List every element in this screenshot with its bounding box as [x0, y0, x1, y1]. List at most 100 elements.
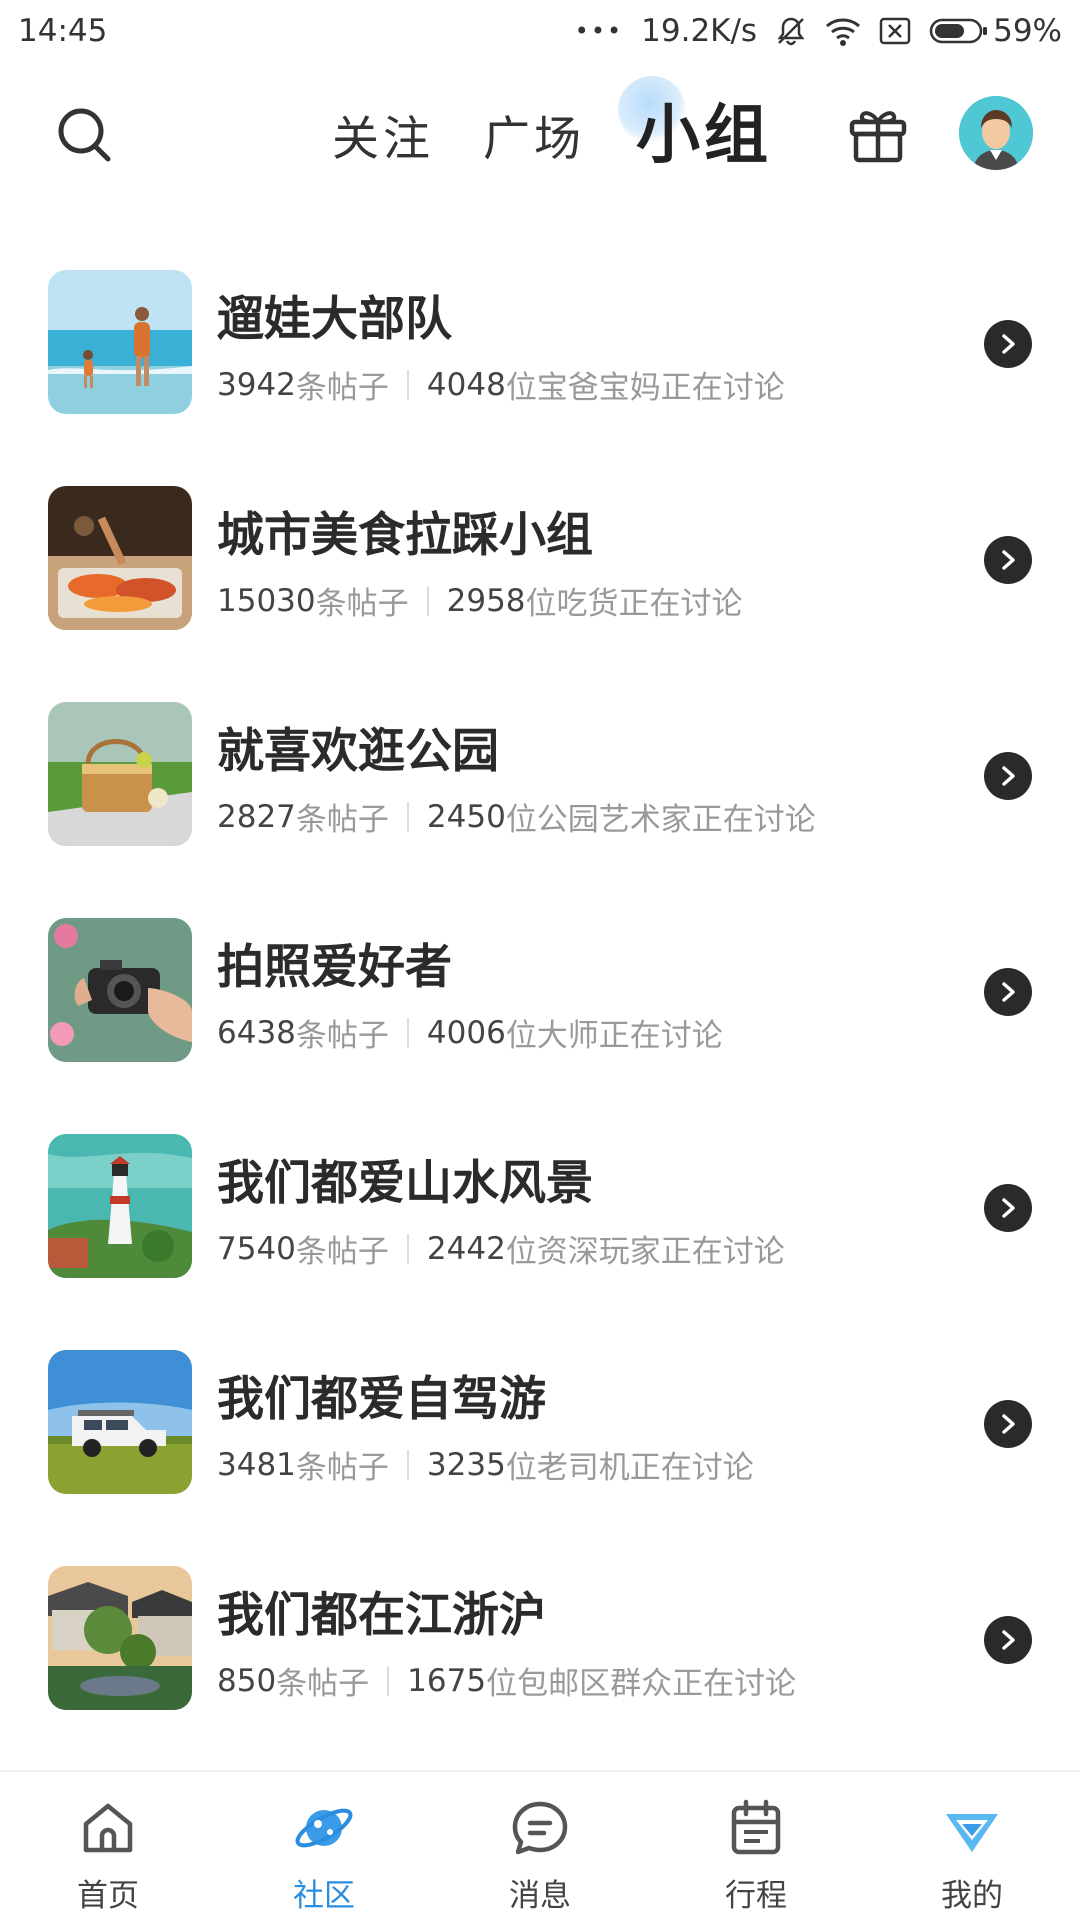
post-count: 7540: [217, 1230, 296, 1267]
stats-divider: [406, 369, 409, 400]
enter-group-button[interactable]: [984, 1616, 1032, 1664]
post-count: 3942: [217, 366, 296, 403]
enter-group-button[interactable]: [984, 1400, 1032, 1448]
member-count: 2450: [426, 798, 506, 835]
member-count: 1675: [407, 1662, 487, 1699]
post-count: 6438: [217, 1014, 296, 1051]
avatar[interactable]: [959, 96, 1033, 170]
nav-home[interactable]: 首页: [0, 1772, 216, 1920]
tab-follow[interactable]: 关注: [332, 100, 434, 169]
status-dots: •••: [574, 17, 624, 45]
member-text: 位资深玩家正在讨论: [505, 1234, 785, 1270]
stats-divider: [387, 1665, 390, 1696]
chevron-right-icon: [1002, 334, 1015, 354]
post-count: 3481: [217, 1446, 296, 1483]
enter-group-button[interactable]: [984, 1184, 1032, 1232]
group-name: 我们都爱自驾游: [217, 1372, 546, 1427]
group-name: 拍照爱好者: [217, 940, 452, 995]
calendar-icon: [731, 1799, 781, 1855]
group-name: 就喜欢逛公园: [217, 724, 499, 779]
group-row[interactable]: 遛娃大部队 3942 条帖子 4048 位宝爸宝妈正在讨论: [0, 216, 1080, 432]
post-count: 850: [217, 1662, 277, 1699]
group-stats: 3942 条帖子 4048 位宝爸宝妈正在讨论: [217, 362, 785, 407]
group-list: 遛娃大部队 3942 条帖子 4048 位宝爸宝妈正在讨论 城市美食拉踩小组 1…: [0, 216, 1080, 1728]
group-row[interactable]: 我们都爱山水风景 7540 条帖子 2442 位资深玩家正在讨论: [0, 1080, 1080, 1296]
group-stats: 7540 条帖子 2442 位资深玩家正在讨论: [217, 1226, 785, 1271]
network-speed: 19.2K/s: [641, 13, 758, 49]
post-count-unit: 条帖子: [276, 1666, 370, 1702]
group-thumbnail-lighthouse: [48, 1134, 192, 1278]
tab-group[interactable]: 小组: [636, 84, 772, 176]
enter-group-button[interactable]: [984, 320, 1032, 368]
nav-label: 社区: [293, 1878, 355, 1914]
nav-itinerary[interactable]: 行程: [648, 1772, 864, 1920]
group-row[interactable]: 我们都爱自驾游 3481 条帖子 3235 位老司机正在讨论: [0, 1296, 1080, 1512]
post-count-unit: 条帖子: [295, 1018, 389, 1054]
group-stats: 850 条帖子 1675 位包邮区群众正在讨论: [217, 1658, 796, 1703]
chevron-right-icon: [1002, 1630, 1015, 1650]
group-name: 城市美食拉踩小组: [217, 508, 593, 563]
stats-divider: [406, 1233, 409, 1264]
nav-community[interactable]: 社区: [216, 1772, 432, 1920]
chevron-right-icon: [1002, 766, 1015, 786]
group-name: 我们都在江浙沪: [217, 1588, 546, 1643]
tab-square[interactable]: 广场: [483, 100, 585, 169]
avatar-image: [959, 96, 1033, 170]
status-bar: 14:45 ••• 19.2K/s 59%: [0, 0, 1080, 62]
post-count-unit: 条帖子: [295, 1234, 389, 1270]
stats-divider: [426, 585, 429, 616]
gift-icon: [849, 111, 907, 163]
member-count: 3235: [426, 1446, 506, 1483]
chevron-right-icon: [1002, 1198, 1015, 1218]
group-thumbnail-food: [48, 486, 192, 630]
nav-label: 行程: [725, 1878, 787, 1914]
member-count: 4006: [426, 1014, 506, 1051]
enter-group-button[interactable]: [984, 536, 1032, 584]
group-stats: 6438 条帖子 4006 位大师正在讨论: [217, 1010, 723, 1055]
nav-label: 首页: [77, 1878, 139, 1914]
nav-messages[interactable]: 消息: [432, 1772, 648, 1920]
nav-label: 消息: [509, 1878, 571, 1914]
group-row[interactable]: 我们都在江浙沪 850 条帖子 1675 位包邮区群众正在讨论: [0, 1512, 1080, 1728]
planet-icon: [295, 1808, 353, 1848]
group-thumbnail-picnic: [48, 702, 192, 846]
group-thumbnail-car: [48, 1350, 192, 1494]
group-stats: 15030 条帖子 2958 位吃货正在讨论: [217, 578, 743, 623]
post-count-unit: 条帖子: [295, 370, 389, 406]
post-count-unit: 条帖子: [295, 1450, 389, 1486]
member-count: 2958: [446, 582, 526, 619]
bottom-nav: 首页 社区 消息 行程 我的: [0, 1770, 1080, 1920]
stats-divider: [406, 1017, 409, 1048]
gift-button[interactable]: [846, 102, 910, 166]
wifi-icon: [825, 15, 861, 47]
diamond-icon: [946, 1814, 998, 1852]
group-name: 遛娃大部队: [217, 292, 452, 347]
member-count: 4048: [426, 366, 506, 403]
nav-mine[interactable]: 我的: [864, 1772, 1080, 1920]
stats-divider: [406, 1449, 409, 1480]
group-row[interactable]: 就喜欢逛公园 2827 条帖子 2450 位公园艺术家正在讨论: [0, 648, 1080, 864]
search-icon: [58, 108, 111, 162]
home-icon: [83, 1803, 133, 1853]
member-text: 位吃货正在讨论: [525, 586, 743, 622]
chevron-right-icon: [1002, 982, 1015, 1002]
battery-icon: [929, 18, 988, 44]
group-row[interactable]: 拍照爱好者 6438 条帖子 4006 位大师正在讨论: [0, 864, 1080, 1080]
group-thumbnail-garden: [48, 1566, 192, 1710]
group-row[interactable]: 城市美食拉踩小组 15030 条帖子 2958 位吃货正在讨论: [0, 432, 1080, 648]
member-text: 位包邮区群众正在讨论: [486, 1666, 797, 1702]
enter-group-button[interactable]: [984, 752, 1032, 800]
member-text: 位宝爸宝妈正在讨论: [505, 370, 785, 406]
mute-icon: [775, 15, 807, 47]
post-count: 15030: [217, 582, 316, 619]
chevron-right-icon: [1002, 550, 1015, 570]
member-text: 位老司机正在讨论: [505, 1450, 754, 1486]
nav-label: 我的: [941, 1878, 1003, 1914]
enter-group-button[interactable]: [984, 968, 1032, 1016]
search-button[interactable]: [50, 100, 120, 170]
message-icon: [512, 1801, 568, 1855]
group-stats: 3481 条帖子 3235 位老司机正在讨论: [217, 1442, 754, 1487]
member-count: 2442: [426, 1230, 506, 1267]
member-text: 位大师正在讨论: [505, 1018, 723, 1054]
group-thumbnail-beach: [48, 270, 192, 414]
